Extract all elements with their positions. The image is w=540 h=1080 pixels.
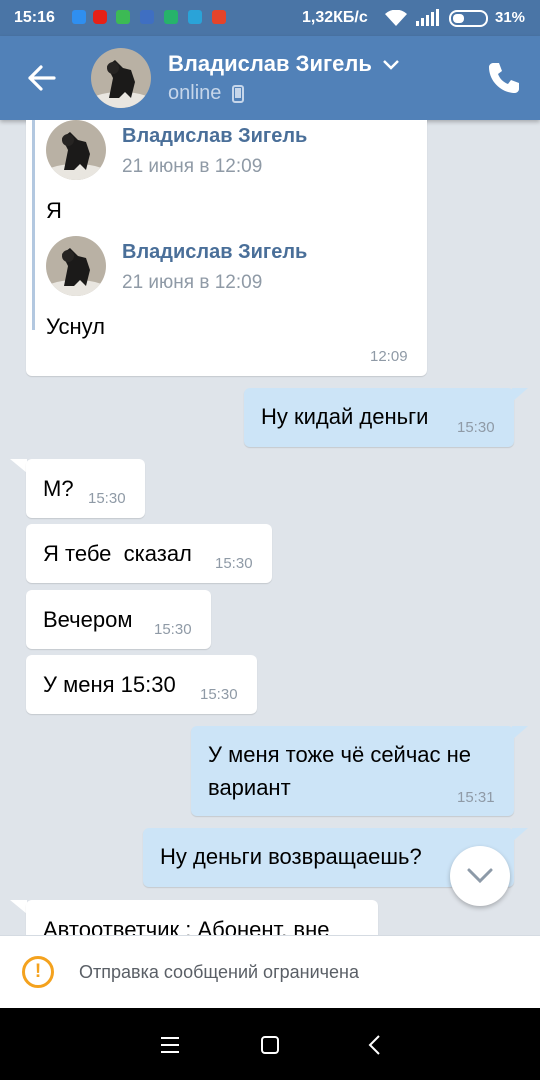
message-time: 15:30	[457, 419, 495, 436]
youtube-icon	[93, 10, 107, 24]
warning-icon: !	[22, 956, 54, 988]
bubble-tail	[512, 388, 528, 402]
app-icon	[164, 10, 178, 24]
forwarded-message[interactable]: Владислав Зигель 21 июня в 12:09 Я Влади…	[26, 120, 427, 376]
chat-area[interactable]: Владислав Зигель 21 июня в 12:09 Я Влади…	[0, 120, 540, 935]
phone-icon[interactable]	[480, 56, 526, 102]
incoming-message[interactable]: У меня 15:30 15:30	[26, 655, 257, 714]
maps-icon	[116, 10, 130, 24]
bubble-tail	[10, 900, 27, 914]
avatar	[46, 236, 106, 296]
menu-icon[interactable]	[155, 1030, 185, 1060]
message-text: У меня 15:30	[43, 672, 176, 697]
message-time: 12:09	[370, 348, 408, 365]
incoming-message[interactable]: Я тебе сказал 15:30	[26, 524, 272, 583]
battery-icon	[449, 10, 488, 27]
network-speed: 1,32КБ/с	[302, 9, 368, 26]
message-time: 15:30	[200, 686, 238, 703]
outgoing-message[interactable]: У меня тоже чё сейчас не вариант 15:31	[191, 726, 514, 816]
incoming-message[interactable]: М? 15:30	[26, 459, 145, 518]
forward-text: Уснул	[46, 314, 106, 339]
message-text: Ну кидай деньги	[261, 404, 429, 429]
message-time: 15:30	[215, 555, 253, 572]
contact-name[interactable]: Владислав Зигель	[168, 51, 372, 77]
message-text: вариант	[208, 775, 291, 800]
online-status: online	[168, 82, 222, 104]
forward-date: 21 июня в 12:09	[122, 156, 263, 177]
forward-author[interactable]: Владислав Зигель	[122, 241, 307, 264]
restriction-text: Отправка сообщений ограничена	[79, 962, 359, 982]
battery-percent: 31%	[495, 9, 526, 26]
chat-header: Владислав Зигель online	[0, 36, 540, 120]
back-arrow-icon[interactable]	[22, 58, 62, 98]
chevron-down-icon[interactable]	[381, 58, 401, 72]
avatar	[46, 120, 106, 180]
status-time: 15:16	[14, 9, 55, 26]
outgoing-message[interactable]: Ну кидай деньги 15:30	[244, 388, 514, 447]
notification-icon	[72, 10, 86, 24]
avatar[interactable]	[91, 48, 151, 108]
message-text: Ну деньги возвращаешь?	[160, 844, 422, 869]
bubble-tail	[512, 828, 528, 842]
back-icon[interactable]	[360, 1030, 390, 1060]
forward-author[interactable]: Владислав Зигель	[122, 125, 307, 148]
message-time: 15:31	[457, 789, 495, 806]
signal-icon	[416, 9, 439, 26]
message-text: Я тебе сказал	[43, 541, 192, 566]
message-text: Автоответчик : Абонент, вне	[43, 917, 330, 935]
navigation-bar	[0, 1008, 540, 1080]
forward-line	[32, 120, 35, 330]
chevron-down-icon	[467, 868, 493, 884]
bubble-tail	[10, 459, 27, 473]
message-text: М?	[43, 476, 74, 501]
incoming-message[interactable]: Вечером 15:30	[26, 590, 211, 649]
app-icon	[140, 10, 154, 24]
mobile-device-icon	[232, 85, 244, 103]
wifi-icon	[385, 10, 407, 26]
app-icon	[212, 10, 226, 24]
scroll-down-button[interactable]	[450, 846, 510, 906]
bubble-tail	[512, 726, 528, 740]
message-text: Вечером	[43, 607, 133, 632]
message-text: У меня тоже чё сейчас не	[208, 742, 472, 767]
message-time: 15:30	[88, 490, 126, 507]
message-time: 15:30	[154, 621, 192, 638]
status-bar: 15:16 1,32КБ/с 31%	[0, 0, 540, 36]
forward-text: Я	[46, 198, 62, 223]
home-icon[interactable]	[255, 1030, 285, 1060]
restriction-bar: ! Отправка сообщений ограничена	[0, 935, 540, 1008]
app-icon	[188, 10, 202, 24]
incoming-message[interactable]: Автоответчик : Абонент, вне	[26, 900, 378, 935]
forward-date: 21 июня в 12:09	[122, 272, 263, 293]
